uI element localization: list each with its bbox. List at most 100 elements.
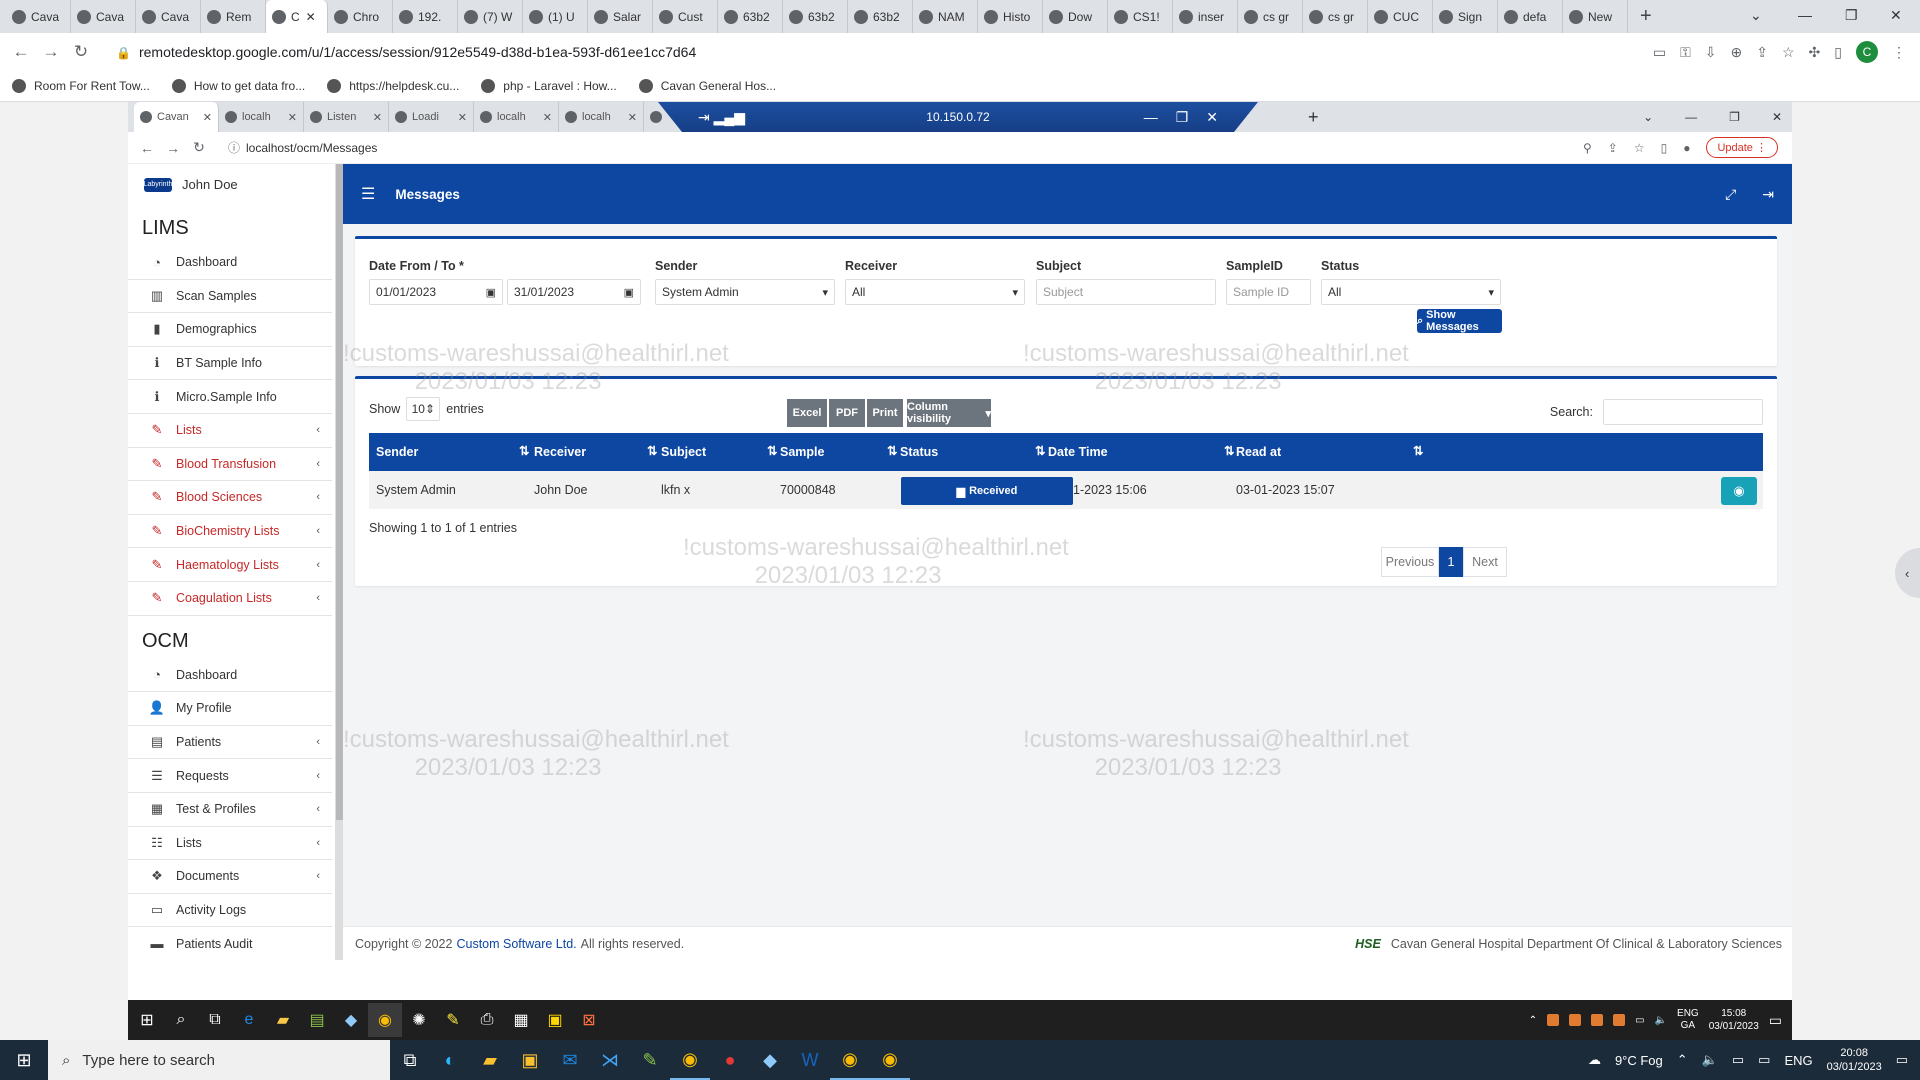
outer-tab[interactable]: CS1! [1108,0,1173,33]
notification-icon[interactable]: ▭ [1896,1052,1908,1068]
tray-up-icon[interactable]: ⌃ [1677,1052,1688,1068]
app-icon[interactable]: ◆ [750,1040,790,1080]
outer-tab[interactable]: Cava [6,0,71,33]
rdp-close-icon[interactable]: ✕ [1206,109,1218,126]
sort-icon[interactable]: ⇅ [1035,443,1045,458]
calculator-icon[interactable]: ▦ [504,1003,538,1037]
share-icon[interactable]: ⇪ [1756,44,1768,61]
remote-back-icon[interactable]: ← [134,140,160,156]
start-button[interactable]: ⊞ [0,1040,48,1080]
printer-icon[interactable]: ⎙ [470,1003,504,1037]
outer-tab[interactable]: 192. [393,0,458,33]
remote-minimize-icon[interactable]: — [1685,110,1697,124]
bookmark-item[interactable]: Cavan General Hos... [638,79,776,93]
install-icon[interactable]: ⇩ [1705,44,1717,61]
monitor-icon[interactable]: ▣ [538,1003,572,1037]
weather-icon[interactable]: ☁ [1588,1052,1601,1068]
zoom-icon[interactable]: ⊕ [1731,44,1743,61]
remote-clock[interactable]: 15:08 03/01/2023 [1709,1007,1759,1033]
notepad-icon[interactable]: ✎ [630,1040,670,1080]
outer-tab[interactable]: cs gr [1238,0,1303,33]
store-icon[interactable]: ▣ [510,1040,550,1080]
clock[interactable]: 20:08 03/01/2023 [1827,1046,1882,1075]
table-search-input[interactable] [1603,399,1763,425]
outer-tab[interactable]: CUC [1368,0,1433,33]
sidebar-item-micro-sample-info[interactable]: ℹ Micro.Sample Info [128,380,332,414]
sticky-icon[interactable]: ✎ [436,1003,470,1037]
bookmark-star-icon[interactable]: ☆ [1782,44,1795,61]
outer-tab[interactable]: 63b2 [718,0,783,33]
sidebar-item-my-profile[interactable]: 👤 My Profile [128,692,332,726]
sort-icon[interactable]: ⇅ [767,443,777,458]
remote-lang[interactable]: ENG GA [1677,1008,1699,1032]
sidebar-item-test-profiles[interactable]: ▦ Test & Profiles ‹ [128,793,332,827]
remote-tab[interactable]: Cavan ✕ [134,102,219,132]
close-tab-icon[interactable]: ✕ [288,111,297,124]
sort-icon[interactable]: ⇅ [1224,443,1234,458]
rdp-minimize-icon[interactable]: — [1144,109,1158,126]
sidebar-user[interactable]: Labyrinth John Doe [128,164,342,205]
sidebar-item-bt-sample-info[interactable]: ℹ BT Sample Info [128,347,332,381]
outer-tab[interactable]: defa [1498,0,1563,33]
close-tab-icon[interactable]: ✕ [306,10,316,24]
remote-tab[interactable]: localh ✕ [559,102,644,132]
subject-input[interactable]: Subject [1036,279,1216,305]
sidebar-item-biochemistry-lists[interactable]: ✎ BioChemistry Lists ‹ [128,515,332,549]
app-icon[interactable]: ◆ [334,1003,368,1037]
sort-icon[interactable]: ⇅ [647,443,657,458]
remote-close-icon[interactable]: ✕ [1772,110,1782,124]
lang-indicator[interactable]: ENG [1784,1053,1812,1068]
tools-icon[interactable]: ✺ [402,1003,436,1037]
pagination-next[interactable]: Next [1463,547,1507,577]
entries-length-select[interactable]: 10 ⇕ [406,397,441,421]
pagination-previous[interactable]: Previous [1381,547,1439,577]
sidebar-item-dashboard[interactable]: ◔ Dashboard [128,246,332,280]
forward-icon[interactable]: → [36,42,66,62]
word-icon[interactable]: W [790,1040,830,1080]
bookmark-item[interactable]: How to get data fro... [171,79,305,93]
column-header-sample[interactable]: Sample [780,433,824,471]
receiver-select[interactable]: All ▾ [845,279,1025,305]
pdf-button[interactable]: PDF [829,399,865,427]
outer-tab[interactable]: Cust [653,0,718,33]
hamburger-menu-icon[interactable]: ☰ [361,184,375,204]
remote-url-field[interactable]: ⓘ localhost/ocm/Messages [228,139,377,156]
sidebar-item-blood-sciences[interactable]: ✎ Blood Sciences ‹ [128,481,332,515]
date-from-input[interactable]: 01/01/2023 ▣ [369,279,503,305]
sidebar-item-dashboard[interactable]: ◔ Dashboard [128,659,332,693]
fullscreen-icon[interactable]: ⤢ [1725,186,1736,203]
remote-side-panel-icon[interactable]: ▯ [1661,141,1668,155]
menu-kebab-icon[interactable]: ⋮ [1892,44,1906,61]
calendar-icon[interactable]: ▣ [624,286,634,299]
volume-icon[interactable]: 🔈 [1655,1015,1667,1026]
bookmark-item[interactable]: php - Laravel : How... [481,79,617,93]
sidebar-item-blood-transfusion[interactable]: ✎ Blood Transfusion ‹ [128,448,332,482]
extensions-icon[interactable]: ✣ [1809,44,1821,61]
minimize-icon[interactable]: — [1798,0,1812,30]
tray-app-icon[interactable] [1547,1014,1560,1026]
remote-reload-icon[interactable]: ↻ [186,139,212,156]
remote-profile-icon[interactable]: ● [1683,141,1690,155]
update-button[interactable]: Update ⋮ [1706,137,1778,158]
show-messages-button[interactable]: ⌕ Show Messages [1417,309,1502,333]
sidebar-item-patients-audit[interactable]: ▬ Patients Audit [128,927,332,960]
key-icon[interactable]: ⚿ [1680,44,1691,61]
remote-taskview-icon[interactable]: ⧉ [198,1003,232,1037]
remote-new-tab-button[interactable]: + [1308,107,1319,128]
status-select[interactable]: All ▾ [1321,279,1501,305]
pagination-page-1[interactable]: 1 [1439,547,1463,577]
task-view-icon[interactable]: ⧉ [390,1040,430,1080]
battery-icon[interactable]: ▭ [1732,1052,1744,1068]
outer-tab[interactable]: Chro [328,0,393,33]
sender-select[interactable]: System Admin ▾ [655,279,835,305]
outer-tab[interactable]: Salar [588,0,653,33]
tray-app-icon[interactable] [1613,1014,1626,1026]
bookmark-item[interactable]: Room For Rent Tow... [12,79,150,93]
table-row[interactable]: System Admin John Doe lkfn x 70000848 03-01-… [369,471,1763,509]
remote-star-icon[interactable]: ☆ [1634,141,1645,155]
tray-up-icon[interactable]: ⌃ [1529,1015,1537,1026]
remote-share-icon[interactable]: ⇪ [1608,141,1618,155]
sidebar-item-scan-samples[interactable]: ▥ Scan Samples [128,280,332,314]
remote-tab[interactable]: Listen ✕ [304,102,389,132]
close-window-icon[interactable]: ✕ [1890,0,1902,30]
